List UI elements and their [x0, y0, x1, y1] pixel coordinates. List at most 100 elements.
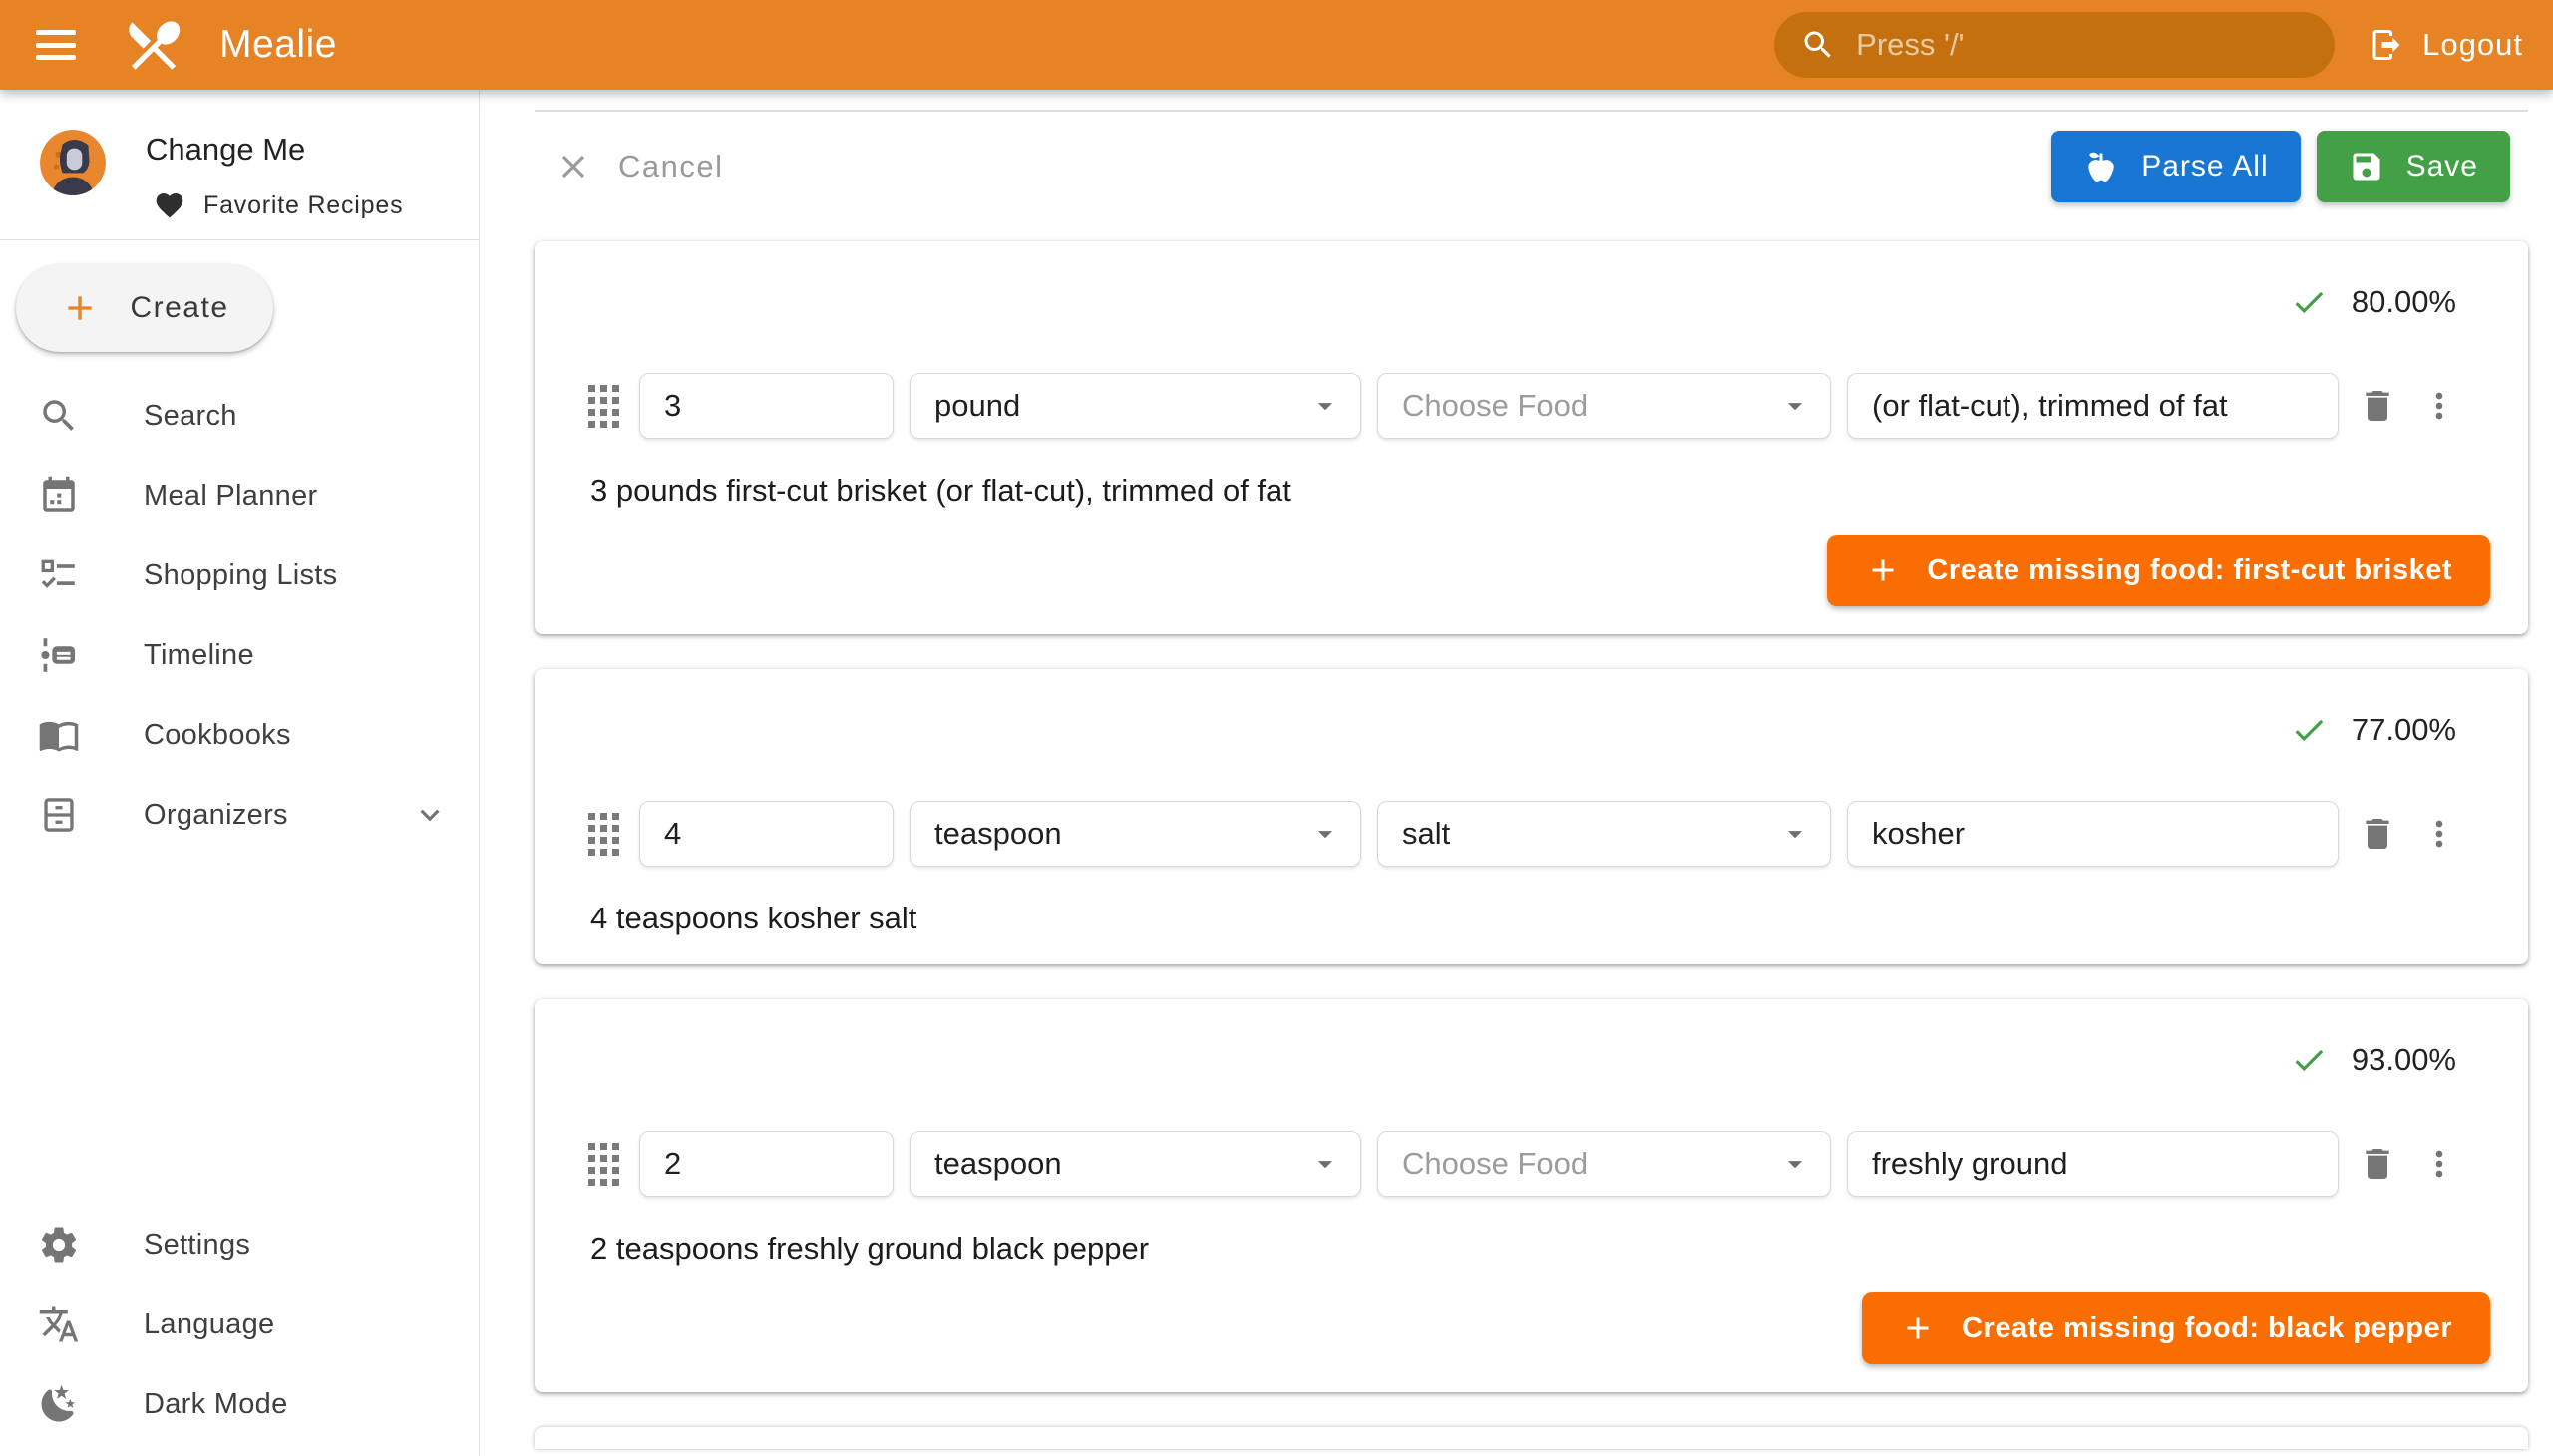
dropdown-arrow-icon	[1308, 1147, 1342, 1181]
logout-button[interactable]: Logout	[2369, 27, 2523, 63]
app-header: Mealie Press '/' Logout	[0, 0, 2553, 90]
drag-handle[interactable]	[588, 1143, 619, 1186]
sidebar-item-timeline[interactable]: Timeline	[0, 615, 479, 695]
save-label: Save	[2406, 150, 2478, 183]
original-ingredient-text: 4 teaspoons kosher salt	[590, 901, 2472, 936]
quantity-input[interactable]: 3	[639, 373, 894, 439]
quantity-input[interactable]: 4	[639, 801, 894, 867]
ingredient-card-partial	[535, 1427, 2528, 1449]
confidence-value: 80.00%	[2352, 284, 2456, 320]
kebab-menu-button[interactable]	[2416, 811, 2462, 857]
delete-ingredient-button[interactable]	[2355, 383, 2400, 429]
checklist-icon	[38, 554, 80, 596]
confidence-row: 80.00%	[535, 241, 2528, 321]
dropdown-arrow-icon	[1308, 817, 1342, 851]
original-ingredient-text: 2 teaspoons freshly ground black pepper	[590, 1231, 2472, 1267]
sidebar-item-label: Organizers	[144, 799, 288, 832]
food-select[interactable]: Choose Food	[1377, 1131, 1831, 1197]
confidence-value: 77.00%	[2352, 712, 2456, 748]
sidebar-item-search[interactable]: Search	[0, 376, 479, 456]
sidebar-item-dark-mode[interactable]: Dark Mode	[0, 1364, 479, 1444]
save-button[interactable]: Save	[2317, 131, 2510, 202]
note-input[interactable]: kosher	[1847, 801, 2339, 867]
sidebar-nav: Search Meal Planner Shopping Lists Timel…	[0, 376, 479, 855]
favorite-recipes-label: Favorite Recipes	[203, 191, 403, 220]
kebab-menu-icon	[2419, 1144, 2459, 1184]
sidebar-item-label: Timeline	[144, 639, 254, 672]
delete-ingredient-button[interactable]	[2355, 1141, 2400, 1187]
confidence-value: 93.00%	[2352, 1042, 2456, 1078]
check-icon	[2290, 711, 2328, 749]
kebab-menu-icon	[2419, 386, 2459, 426]
note-input[interactable]: (or flat-cut), trimmed of fat	[1847, 373, 2339, 439]
sidebar-item-language[interactable]: Language	[0, 1284, 479, 1364]
dropdown-arrow-icon	[1778, 1147, 1812, 1181]
sidebar-item-meal-planner[interactable]: Meal Planner	[0, 456, 479, 536]
delete-ingredient-button[interactable]	[2355, 811, 2400, 857]
user-name: Change Me	[146, 132, 403, 168]
create-missing-food-row: Create missing food: first-cut brisket	[535, 535, 2490, 606]
ingredient-list: 80.00% 3 pound Choose Food (or flat-cut)…	[535, 241, 2528, 1392]
ingredient-fields-row: 3 pound Choose Food (or flat-cut), trimm…	[535, 373, 2528, 439]
unit-select[interactable]: teaspoon	[910, 801, 1361, 867]
ingredient-fields-row: 2 teaspoon Choose Food freshly ground	[535, 1131, 2528, 1197]
create-button[interactable]: Create	[16, 264, 273, 352]
parse-all-button[interactable]: Parse All	[2051, 131, 2300, 202]
cancel-button[interactable]: Cancel	[554, 148, 724, 185]
sidebar-item-label: Meal Planner	[144, 480, 317, 513]
main-content: Cancel Parse All Save 80.00% 3	[480, 90, 2553, 1456]
book-icon	[38, 714, 80, 756]
kebab-menu-button[interactable]	[2416, 383, 2462, 429]
food-select-value: Choose Food	[1402, 1146, 1588, 1182]
check-icon	[2290, 1041, 2328, 1079]
cancel-label: Cancel	[618, 149, 724, 184]
quantity-input[interactable]: 2	[639, 1131, 894, 1197]
trash-icon	[2358, 1144, 2397, 1184]
create-missing-food-button[interactable]: Create missing food: first-cut brisket	[1827, 535, 2490, 606]
sidebar-item-label: Shopping Lists	[144, 559, 337, 592]
sidebar-item-organizers[interactable]: Organizers	[0, 775, 479, 855]
food-select[interactable]: Choose Food	[1377, 373, 1831, 439]
sidebar-item-label: Dark Mode	[144, 1388, 288, 1421]
sidebar-item-label: Cookbooks	[144, 719, 291, 752]
search-icon	[1800, 27, 1836, 63]
search-placeholder: Press '/'	[1856, 27, 1964, 63]
confidence-row: 77.00%	[535, 669, 2528, 749]
chevron-down-icon	[411, 796, 449, 834]
sidebar-item-shopping-lists[interactable]: Shopping Lists	[0, 536, 479, 615]
user-section[interactable]: Change Me Favorite Recipes	[0, 90, 479, 239]
moon-icon	[38, 1383, 80, 1425]
dropdown-arrow-icon	[1778, 817, 1812, 851]
apple-icon	[2083, 149, 2119, 184]
avatar	[40, 130, 106, 195]
drag-handle[interactable]	[588, 813, 619, 856]
search-input[interactable]: Press '/'	[1774, 12, 2335, 78]
create-button-label: Create	[130, 291, 228, 325]
create-missing-food-label: Create missing food: black pepper	[1962, 1312, 2452, 1345]
ingredient-card: 77.00% 4 teaspoon salt kosher 4 teaspo	[535, 669, 2528, 964]
unit-select-value: teaspoon	[934, 1146, 1062, 1182]
unit-select[interactable]: teaspoon	[910, 1131, 1361, 1197]
kebab-menu-button[interactable]	[2416, 1141, 2462, 1187]
sidebar-item-label: Search	[144, 400, 237, 433]
plus-icon	[60, 288, 100, 328]
floppy-save-icon	[2349, 149, 2384, 184]
calendar-icon	[38, 475, 80, 517]
food-select[interactable]: salt	[1377, 801, 1831, 867]
sidebar-item-cookbooks[interactable]: Cookbooks	[0, 695, 479, 775]
unit-select-value: teaspoon	[934, 816, 1062, 852]
hamburger-menu-icon[interactable]	[36, 30, 76, 60]
trash-icon	[2358, 814, 2397, 854]
plus-icon	[1900, 1310, 1936, 1346]
sidebar-item-settings[interactable]: Settings	[0, 1205, 479, 1284]
trash-icon	[2358, 386, 2397, 426]
favorite-recipes-link[interactable]: Favorite Recipes	[154, 189, 403, 221]
gear-icon	[38, 1224, 80, 1266]
logout-icon	[2369, 27, 2404, 63]
app-title: Mealie	[219, 23, 337, 67]
drag-handle[interactable]	[588, 385, 619, 428]
unit-select[interactable]: pound	[910, 373, 1361, 439]
original-ingredient-text: 3 pounds first-cut brisket (or flat-cut)…	[590, 473, 2472, 509]
note-input[interactable]: freshly ground	[1847, 1131, 2339, 1197]
create-missing-food-button[interactable]: Create missing food: black pepper	[1862, 1292, 2490, 1364]
